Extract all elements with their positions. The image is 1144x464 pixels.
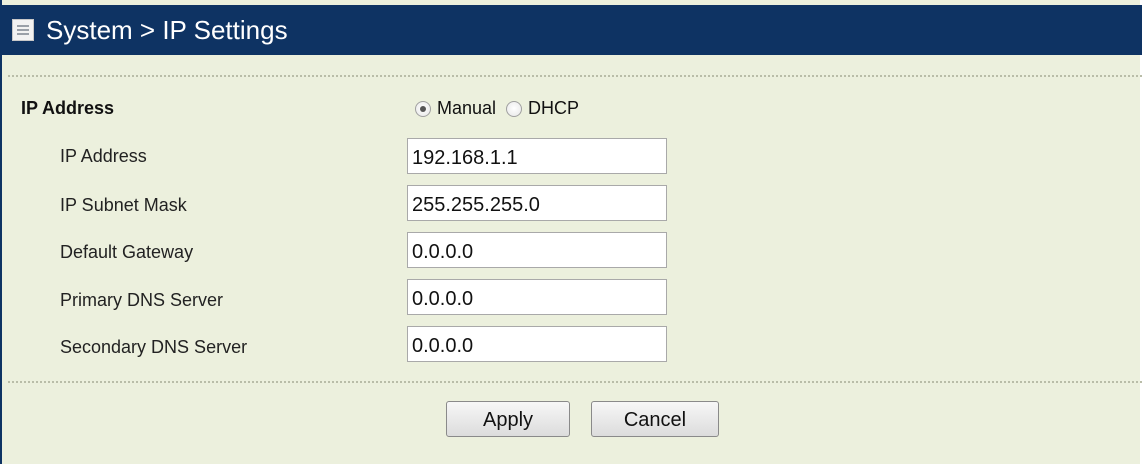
default-gateway-input[interactable] [407,232,667,268]
cancel-button[interactable]: Cancel [591,401,719,437]
primary-dns-input[interactable] [407,279,667,315]
ip-mode-radio-group: Manual DHCP [415,98,579,119]
ip-address-input[interactable] [407,138,667,174]
settings-panel: System > IP Settings IP Address Manual D… [0,0,1142,464]
document-list-icon [12,19,34,41]
dhcp-radio[interactable] [506,101,523,117]
apply-button[interactable]: Apply [446,401,570,437]
title-bar: System > IP Settings [2,5,1142,55]
manual-radio-label[interactable]: Manual [437,98,496,119]
subnet-mask-input[interactable] [407,185,667,221]
page-title: System > IP Settings [46,14,288,45]
secondary-dns-input[interactable] [407,326,667,362]
top-divider [8,75,1142,77]
ip-address-section-label: IP Address [21,98,115,118]
subnet-mask-label: IP Subnet Mask [60,195,187,215]
dhcp-radio-label[interactable]: DHCP [528,98,579,119]
ip-address-label: IP Address [60,146,147,166]
bottom-divider [8,381,1142,383]
secondary-dns-label: Secondary DNS Server [60,337,248,357]
manual-radio[interactable] [415,101,431,117]
default-gateway-label: Default Gateway [60,242,194,262]
primary-dns-label: Primary DNS Server [60,290,224,310]
